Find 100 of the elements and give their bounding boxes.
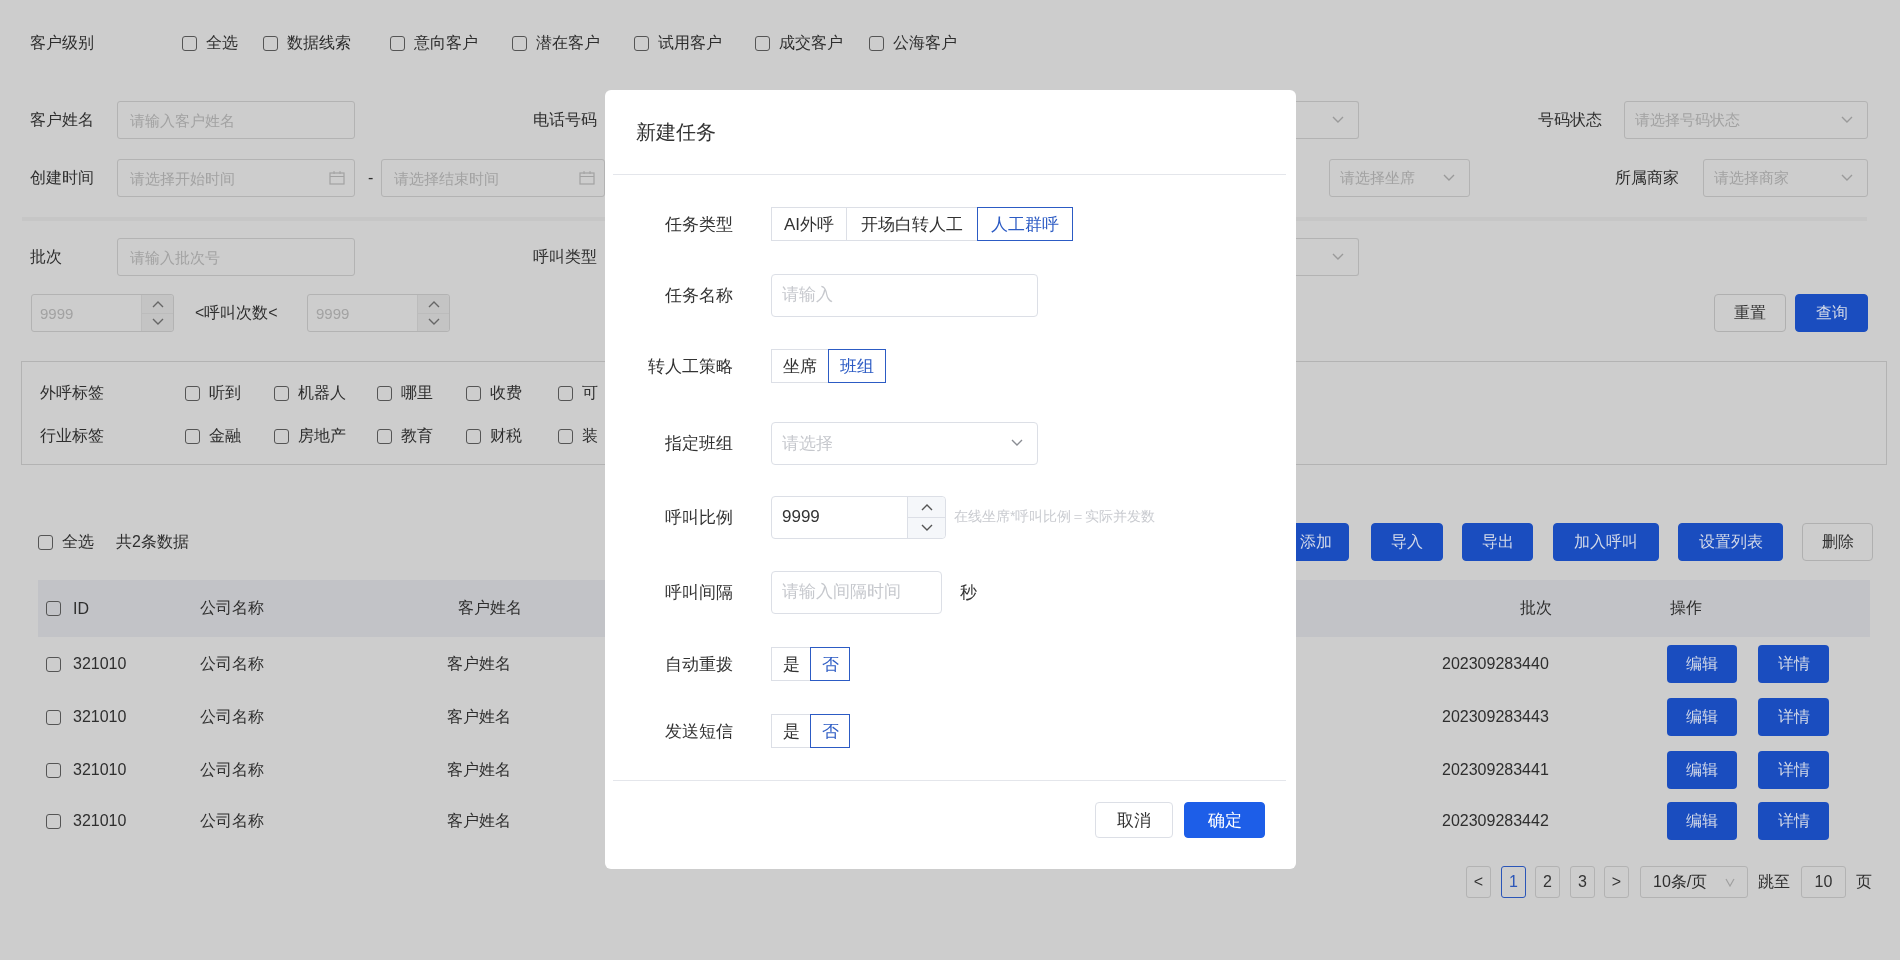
edit-button[interactable]: 编辑 (1667, 645, 1737, 683)
checkbox[interactable]: 收费 (466, 382, 546, 404)
edit-button[interactable]: 编辑 (1667, 751, 1737, 789)
column-header: 操作 (1670, 598, 1703, 618)
column-header: 客户姓名 (458, 598, 523, 618)
chevron-up-icon[interactable] (151, 299, 164, 308)
segment-option[interactable]: 人工群呼 (977, 207, 1073, 241)
range-label: <呼叫次数< (195, 302, 279, 323)
checkbox[interactable]: 成交客户 (755, 32, 860, 54)
input-field[interactable]: 请输入 (771, 273, 1038, 317)
checkbox[interactable]: 金融 (185, 425, 265, 447)
calendar-icon (579, 171, 595, 185)
table-cell-text: 202309283443 (1442, 708, 1550, 726)
calendar-icon (329, 171, 345, 185)
column-header: ID (73, 599, 90, 618)
checkbox[interactable]: 装 (558, 425, 604, 447)
details-button[interactable]: 详情 (1758, 802, 1829, 840)
checkbox[interactable] (46, 601, 61, 616)
form-label: 自动重拨 (664, 653, 733, 676)
checkbox[interactable]: 公海客户 (869, 32, 979, 54)
column-header: 公司名称 (200, 598, 265, 618)
page-button[interactable]: 3 (1570, 866, 1595, 898)
checkbox[interactable]: 房地产 (274, 425, 364, 447)
form-label: 呼叫比例 (664, 506, 733, 529)
chevron-down-icon[interactable] (920, 523, 933, 532)
toolbar-button[interactable]: 删除 (1802, 523, 1873, 561)
form-label: 转人工策略 (647, 355, 733, 378)
next-page-button[interactable]: > (1604, 866, 1629, 898)
checkbox[interactable] (46, 762, 61, 778)
table-cell-text: 客户姓名 (447, 706, 512, 727)
table-cell-text: 公司名称 (200, 810, 265, 831)
table-cell-text: 客户姓名 (447, 759, 512, 780)
edit-button[interactable]: 编辑 (1667, 802, 1737, 840)
chevron-down-icon[interactable] (151, 318, 164, 327)
toolbar-button[interactable]: 加入呼叫 (1553, 523, 1659, 561)
filter-label: 呼叫类型 (533, 246, 598, 267)
edit-button[interactable]: 编辑 (1667, 698, 1737, 736)
toolbar-button[interactable]: 导出 (1462, 523, 1533, 561)
details-button[interactable]: 详情 (1758, 645, 1829, 683)
checkbox[interactable]: 潜在客户 (512, 32, 622, 54)
chevron-down-icon[interactable] (427, 318, 440, 327)
checkbox[interactable] (46, 813, 61, 829)
form-label: 任务名称 (664, 284, 733, 307)
checkbox[interactable]: 听到 (185, 382, 265, 404)
jump-label: 跳至 (1758, 871, 1791, 892)
chevron-down-icon (1841, 116, 1853, 124)
filter-label: 客户级别 (30, 32, 95, 53)
filter-label: 批次 (30, 246, 63, 267)
table-cell-text: 321010 (73, 655, 128, 673)
page-suffix: 页 (1856, 871, 1873, 892)
checkbox[interactable]: 机器人 (274, 382, 364, 404)
segment-option[interactable]: 开场白转人工 (846, 207, 978, 241)
checkbox[interactable]: 数据线索 (263, 32, 373, 54)
chevron-down-icon (1841, 174, 1853, 182)
table-cell-text: 公司名称 (200, 653, 265, 674)
toolbar-button[interactable]: 设置列表 (1678, 523, 1783, 561)
chevron-up-icon[interactable] (920, 502, 933, 511)
previous-page-button[interactable]: < (1466, 866, 1491, 898)
page-button[interactable]: 2 (1535, 866, 1560, 898)
checkbox[interactable]: 哪里 (377, 382, 457, 404)
segment-option[interactable]: 否 (810, 714, 850, 748)
page-size-select[interactable]: 10条/页 (1640, 866, 1748, 898)
filter-label: 所属商家 (1615, 167, 1680, 188)
checkbox[interactable]: 财税 (466, 425, 546, 447)
table-cell-text: 公司名称 (200, 759, 265, 780)
chevron-down-icon (1011, 439, 1023, 447)
search-button[interactable]: 查询 (1795, 294, 1868, 332)
segment-option[interactable]: 班组 (828, 349, 886, 383)
range-separator: - (368, 169, 375, 187)
checkbox[interactable]: 全选 (182, 32, 252, 54)
checkbox[interactable]: 试用客户 (634, 32, 744, 54)
checkbox[interactable] (46, 656, 61, 672)
checkbox[interactable]: 教育 (377, 425, 457, 447)
table-cell-text: 321010 (73, 812, 128, 830)
tag-group-label: 行业标签 (40, 425, 105, 446)
cancel-button[interactable]: 取消 (1095, 802, 1173, 838)
table-cell-text: 321010 (73, 708, 128, 726)
toolbar-button[interactable]: 导入 (1371, 523, 1443, 561)
segment-option[interactable]: 坐席 (771, 349, 829, 383)
details-button[interactable]: 详情 (1758, 698, 1829, 736)
segment-option[interactable]: 是 (771, 647, 811, 681)
reset-button[interactable]: 重置 (1714, 294, 1786, 332)
checkbox[interactable]: 意向客户 (390, 32, 500, 54)
details-button[interactable]: 详情 (1758, 751, 1829, 789)
chevron-down-icon (1443, 174, 1455, 182)
checkbox[interactable]: 全选 (38, 531, 98, 553)
checkbox[interactable]: 可 (558, 382, 604, 404)
segment-option[interactable]: AI外呼 (771, 207, 847, 241)
page-button[interactable]: 1 (1501, 866, 1526, 898)
page-input[interactable]: 10 (1801, 866, 1846, 898)
checkbox[interactable] (46, 709, 61, 725)
filter-label: 客户姓名 (30, 109, 95, 130)
segment-option[interactable]: 是 (771, 714, 811, 748)
confirm-button[interactable]: 确定 (1184, 802, 1265, 838)
segment-option[interactable]: 否 (810, 647, 850, 681)
chevron-up-icon[interactable] (427, 299, 440, 308)
input-field[interactable]: 请输入间隔时间 (771, 570, 942, 614)
table-cell-text: 202309283442 (1442, 812, 1550, 830)
filter-label: 号码状态 (1538, 109, 1603, 130)
table-cell-text: 321010 (73, 761, 128, 779)
